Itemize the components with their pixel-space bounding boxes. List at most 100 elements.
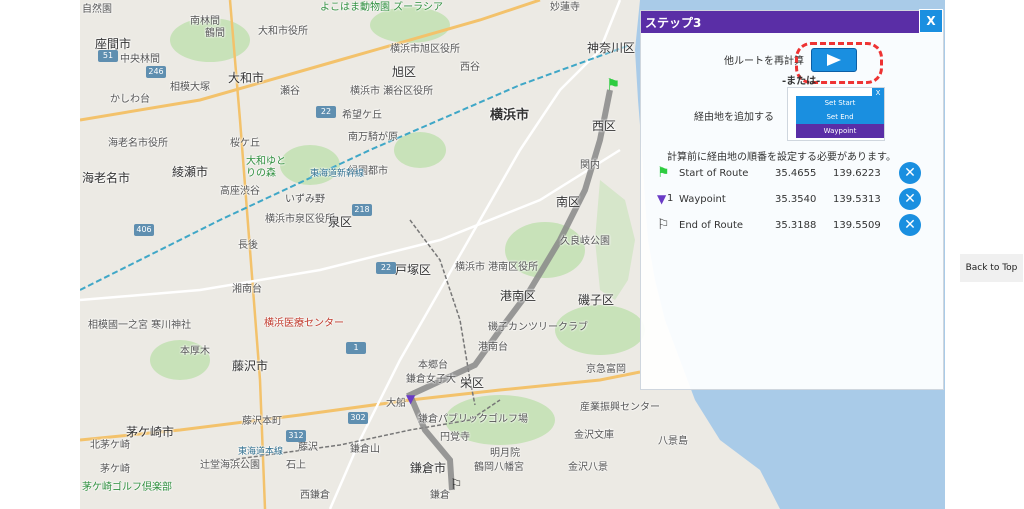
map-label: 金沢八景 xyxy=(568,462,608,473)
start-flag-icon[interactable]: ⚑ xyxy=(606,77,620,93)
map-label: 希望ケ丘 xyxy=(342,110,382,121)
waypoint-marker-icon[interactable]: ▼ xyxy=(406,392,415,406)
map-label: 茅ケ崎市 xyxy=(126,425,175,439)
map-label: 東海道本線 xyxy=(238,447,284,457)
map-label: 茅ケ崎ゴルフ倶楽部 xyxy=(82,482,172,493)
close-button[interactable]: X xyxy=(919,9,943,33)
map-label: 鎌倉 xyxy=(430,490,450,501)
map-label: 大和市 xyxy=(228,71,265,85)
delete-waypoint-button[interactable]: ✕ xyxy=(899,188,921,210)
mini-set-end: Set End xyxy=(796,110,884,124)
map-label: いずみ野 xyxy=(285,194,325,205)
map-label: 長後 xyxy=(238,240,258,251)
route-row-lng: 139.5313 xyxy=(833,194,881,205)
map-label: 港南台 xyxy=(478,342,508,353)
map-label: 瀬谷 xyxy=(280,86,300,97)
map-label: 金沢文庫 xyxy=(574,430,614,441)
map-label: 高座渋谷 xyxy=(220,186,260,197)
recalc-label: 他ルートを再計算 xyxy=(724,56,804,67)
map-label: 本厚木 xyxy=(180,346,210,357)
add-waypoint-label: 経由地を追加する xyxy=(694,112,774,123)
route-row-start: ⚑ Start of Route 35.4655 139.6223 ✕ xyxy=(653,162,943,185)
map-label: 京急富岡 xyxy=(586,364,626,375)
route-shield: 218 xyxy=(352,204,372,216)
map-label: 茅ケ崎 xyxy=(100,464,130,475)
map-label: 海老名市役所 xyxy=(108,138,168,149)
map-label: 桜ケ丘 xyxy=(230,138,260,149)
map-label: 北茅ケ崎 xyxy=(90,440,130,451)
map-label: 鎌倉山 xyxy=(350,444,380,455)
back-to-top-button[interactable]: Back to Top xyxy=(960,254,1023,282)
route-row-end: ⚐ End of Route 35.3188 139.5509 ✕ xyxy=(653,214,943,237)
map-label: 西鎌倉 xyxy=(300,490,330,501)
map-label: 鎌倉女子大 xyxy=(406,374,456,385)
route-row-name: Waypoint xyxy=(679,194,726,205)
route-row-lat: 35.3188 xyxy=(775,220,817,231)
map-label: かしわ台 xyxy=(110,94,150,105)
map-label: 鎌倉市 xyxy=(410,461,447,475)
map-label: 妙蓮寺 xyxy=(550,2,580,13)
map-label: 大和ゆとりの森 xyxy=(246,156,286,179)
map-label: 横浜市旭区役所 xyxy=(390,44,460,55)
delete-start-button[interactable]: ✕ xyxy=(899,162,921,184)
map-label: 磯子カンツリークラブ xyxy=(488,322,588,333)
map-label: 辻堂海浜公園 xyxy=(200,460,260,471)
map-label: 横浜市 xyxy=(490,108,530,123)
map-label: 藤沢本町 xyxy=(242,416,282,427)
panel-header: ステップ3 X xyxy=(641,9,943,33)
recalc-play-button[interactable] xyxy=(811,48,857,72)
route-row-lng: 139.6223 xyxy=(833,168,881,179)
map-label: 東海道新幹線 xyxy=(310,169,365,179)
delete-end-button[interactable]: ✕ xyxy=(899,214,921,236)
map-label: 関内 xyxy=(580,160,600,171)
map-label: 旭区 xyxy=(392,65,417,79)
play-icon xyxy=(827,54,841,66)
map-label: 藤沢市 xyxy=(232,359,269,373)
route-row-number: 1 xyxy=(667,193,674,204)
route-shield: 22 xyxy=(376,262,396,274)
map-label: 泉区 xyxy=(328,215,353,229)
route-shield: 312 xyxy=(286,430,306,442)
map-label: 海老名市 xyxy=(82,171,131,185)
map-label: 横浜医療センター xyxy=(264,318,344,329)
map-label: よこはま動物園 ズーラシア xyxy=(320,2,443,13)
map-label: 磯子区 xyxy=(578,293,615,307)
end-flag-icon[interactable]: ⚐ xyxy=(450,478,463,492)
waypoint-icon: ▼ xyxy=(657,192,667,206)
map-label: 西谷 xyxy=(460,62,480,73)
waypoint-order-notice: 計算前に経由地の順番を設定する必要があります。 xyxy=(667,152,896,163)
panel-title: ステップ3 xyxy=(645,16,702,30)
waypoint-context-menu-preview[interactable]: X Set Start Set End Waypoint xyxy=(787,87,885,141)
map-label: 鎌倉パブリックゴルフ場 xyxy=(418,414,528,425)
map-label: 西区 xyxy=(592,119,617,133)
step3-panel: ステップ3 X 他ルートを再計算 -または- 経由地を追加する X Set St… xyxy=(640,9,944,390)
end-flag-icon: ⚐ xyxy=(657,217,670,233)
map-label: 南万騎が原 xyxy=(348,132,398,143)
map-label: 鶴岡八幡宮 xyxy=(474,462,524,473)
map-label: 大船 xyxy=(386,398,406,409)
map-label: 久良岐公園 xyxy=(560,236,610,247)
route-row-waypoint: ▼ 1 Waypoint 35.3540 139.5313 ✕ xyxy=(653,188,943,211)
map-label: 南林間 xyxy=(190,16,220,27)
map-label: 相模大塚 xyxy=(170,82,210,93)
route-row-lng: 139.5509 xyxy=(833,220,881,231)
start-flag-icon: ⚑ xyxy=(657,165,670,181)
map-label: 中央林間 xyxy=(120,54,160,65)
route-shield: 1 xyxy=(346,342,366,354)
mini-set-start: Set Start xyxy=(796,96,884,110)
map-label: 円覚寺 xyxy=(440,432,470,443)
map-label: 大和市役所 xyxy=(258,26,308,37)
map-label: 明月院 xyxy=(490,448,520,459)
map-label: 横浜市 瀬谷区役所 xyxy=(350,86,434,97)
map-label: 栄区 xyxy=(460,376,485,390)
map-label: 横浜市 港南区役所 xyxy=(455,262,539,273)
map-label: 神奈川区 xyxy=(587,41,636,55)
or-label: -または- xyxy=(782,76,821,87)
map-label: 石上 xyxy=(286,460,306,471)
map-label: 藤沢 xyxy=(298,442,318,453)
map-label: 湘南台 xyxy=(232,284,262,295)
map-label: 座間市 xyxy=(95,37,132,51)
route-row-lat: 35.3540 xyxy=(775,194,817,205)
map-label: 鶴間 xyxy=(205,28,225,39)
map-label: 自然園 xyxy=(82,4,112,15)
